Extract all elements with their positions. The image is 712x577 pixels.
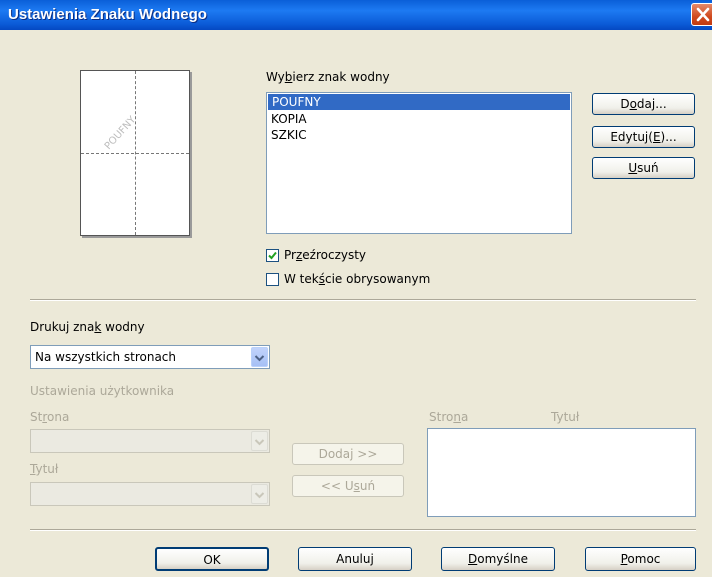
user-settings-label: Ustawienia użytkownika [30, 384, 175, 398]
outline-text-checkbox[interactable] [266, 273, 279, 286]
separator [30, 529, 696, 531]
ok-button[interactable]: OK [155, 547, 269, 571]
checkmark-icon [268, 251, 277, 260]
print-watermark-dropdown[interactable]: Na wszystkich stronach [30, 345, 270, 369]
title-field-label: Tytuł [30, 462, 59, 476]
watermark-list-item[interactable]: POUFNY [268, 94, 570, 110]
preview-watermark-text: POUFNY [102, 114, 139, 152]
add-watermark-button[interactable]: Dodaj... [592, 93, 695, 115]
default-button[interactable]: Domyślne [441, 547, 555, 571]
title-dropdown[interactable] [30, 482, 270, 506]
choose-watermark-label: Wybierz znak wodny [266, 70, 390, 84]
dropdown-arrow-button[interactable] [251, 347, 268, 367]
help-button[interactable]: Pomoc [585, 547, 696, 571]
page-preview: POUFNY [80, 70, 190, 236]
transparent-label: Przeźroczysty [284, 248, 367, 262]
watermark-list-item[interactable]: KOPIA [267, 111, 571, 127]
chevron-down-icon [254, 439, 265, 446]
preview-horizontal-guide [81, 153, 189, 154]
print-watermark-label: Drukuj znak wodny [30, 320, 145, 334]
watermark-list-item[interactable]: SZKIC [267, 127, 571, 143]
separator [30, 299, 696, 301]
dropdown-arrow-button[interactable] [251, 484, 268, 504]
page-dropdown[interactable] [30, 429, 270, 453]
chevron-down-icon [254, 355, 265, 362]
column-header-title: Tytuł [551, 410, 580, 424]
print-watermark-value: Na wszystkich stronach [35, 350, 176, 364]
watermark-listbox[interactable]: POUFNY KOPIA SZKIC [266, 92, 572, 234]
title-bar: Ustawienia Znaku Wodnego [0, 0, 712, 30]
transparent-checkbox[interactable] [266, 249, 279, 262]
close-icon [696, 7, 710, 22]
outline-text-label: W tekście obrysowanym [284, 272, 431, 286]
remove-watermark-button[interactable]: Usuń [592, 157, 695, 179]
user-settings-list[interactable] [427, 428, 696, 517]
page-field-label: Strona [30, 410, 70, 424]
edit-watermark-button[interactable]: Edytuj(E)... [592, 126, 695, 148]
window-title: Ustawienia Znaku Wodnego [8, 6, 207, 23]
column-header-page: Strona [429, 410, 469, 424]
remove-entry-button[interactable]: << Usuń [292, 475, 404, 497]
close-button[interactable] [691, 3, 712, 26]
cancel-button[interactable]: Anuluj [298, 547, 412, 571]
dropdown-arrow-button[interactable] [251, 431, 268, 451]
add-entry-button[interactable]: Dodaj >> [292, 443, 404, 465]
chevron-down-icon [254, 492, 265, 499]
